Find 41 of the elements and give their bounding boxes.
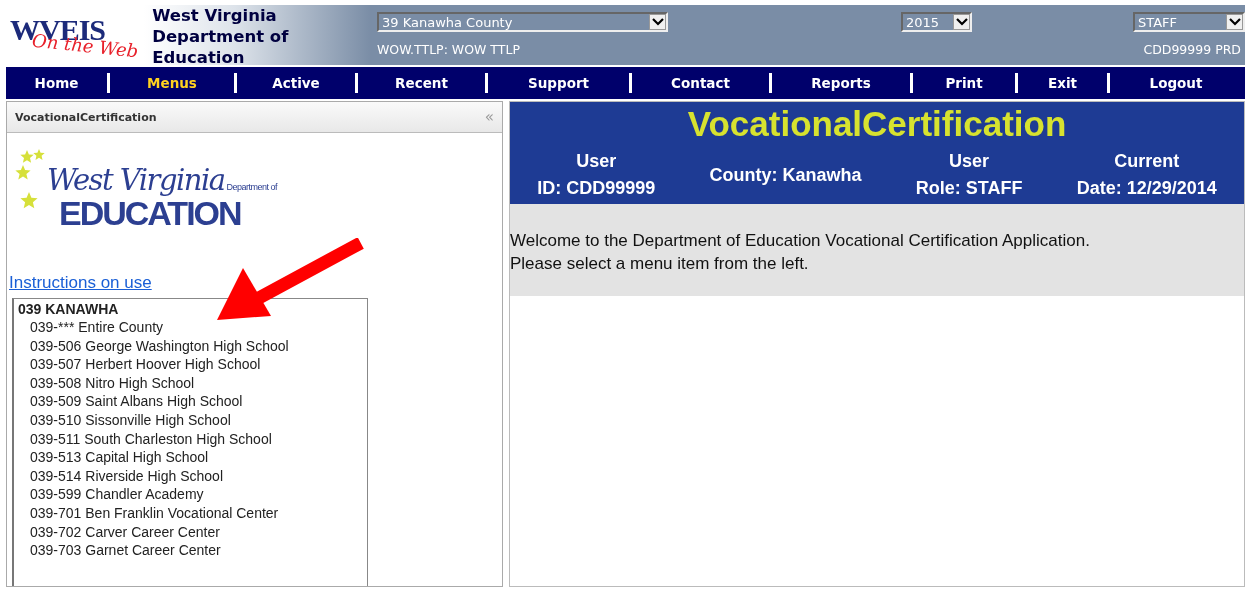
list-item[interactable]: 039-511 South Charleston High School [18, 429, 367, 449]
list-item[interactable]: 039-701 Ben Franklin Vocational Center [18, 503, 367, 523]
instructions-link[interactable]: Instructions on use [9, 273, 152, 293]
list-item[interactable]: 039-514 Riverside High School [18, 466, 367, 486]
user-info: User ID: CDD99999 [537, 150, 656, 200]
logo-agency: EDUCATION [59, 197, 242, 229]
list-item[interactable]: 039-599 Chandler Academy [18, 485, 367, 504]
list-item[interactable]: 039-508 Nitro High School [18, 373, 367, 393]
logo-department: Department of [226, 182, 278, 192]
nav-link[interactable]: Active [237, 72, 355, 94]
nav-link[interactable]: Exit [1018, 72, 1107, 94]
nav-link[interactable]: Logout [1110, 72, 1242, 94]
welcome-message: Welcome to the Department of Education Vocational Certification Application. Please select a menu item from the left. [510, 230, 1091, 275]
nav-link[interactable]: Menus [110, 72, 234, 94]
app-title: VocationalCertification [686, 104, 1068, 144]
nav-link[interactable]: Reports [772, 72, 910, 94]
user-info: User Role: STAFF [915, 150, 1023, 200]
logo-state-name: West Virginia [47, 163, 225, 197]
list-item[interactable]: 039-509 Saint Albans High School [18, 392, 367, 411]
caret-icon [651, 18, 664, 26]
user-info: Current Date: 12/29/2014 [1076, 150, 1217, 200]
list-item[interactable]: 039-510 Sissonville High School [18, 410, 367, 430]
caret-icon [955, 18, 968, 26]
list-item[interactable]: 039-*** Entire County [18, 318, 367, 337]
list-item[interactable]: 039-513 Capital High School [18, 448, 367, 467]
panel-title: VocationalCertification [15, 110, 157, 124]
nav-link[interactable]: Recent [358, 72, 485, 94]
user-environment: CDD99999 PRD [1143, 42, 1241, 57]
nav-link[interactable]: Home [6, 72, 107, 94]
list-item[interactable]: 039-702 Carver Career Center [18, 522, 367, 542]
caret-icon [1228, 18, 1241, 26]
wveis-logo: WVEIS On the Web [6, 5, 145, 65]
nav-link[interactable]: Contact [632, 72, 769, 94]
list-group-header: 039 KANAWHA [18, 301, 119, 317]
list-item[interactable]: 039-506 George Washington High School [18, 336, 367, 356]
user-info: County: Kanawha [709, 163, 862, 187]
nav-link[interactable]: Support [488, 72, 629, 94]
nav-link[interactable]: Print [913, 72, 1015, 94]
list-item[interactable]: 039-507 Herbert Hoover High School [18, 355, 367, 374]
app-code: WOW.TTLP: WOW TTLP [377, 42, 520, 57]
list-item[interactable]: 039-703 Garnet Career Center [18, 541, 367, 560]
